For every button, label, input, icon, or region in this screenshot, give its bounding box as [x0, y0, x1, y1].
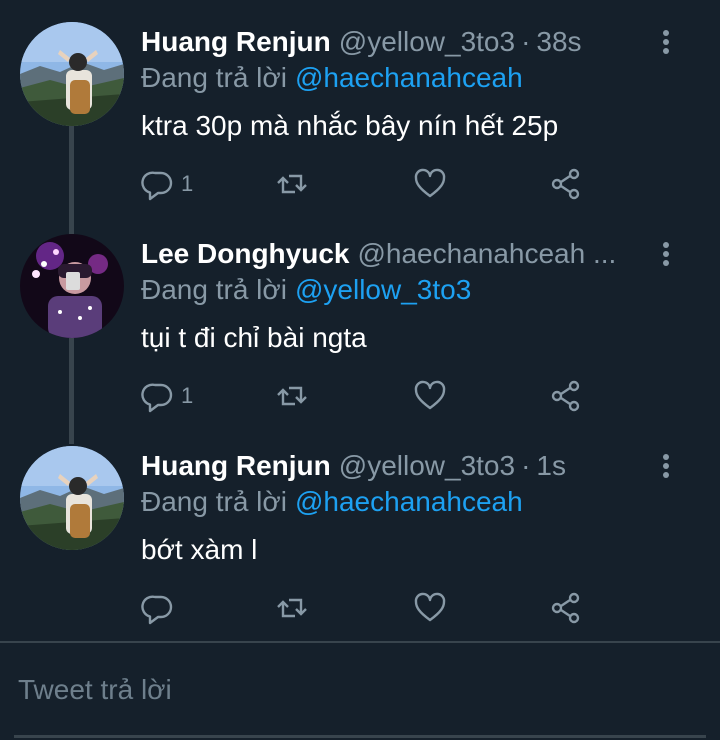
tweet-text: tụi t đi chỉ bài ngta — [141, 322, 367, 353]
share-icon — [551, 380, 580, 412]
reply-prefix: Đang trả lời — [141, 486, 287, 517]
retweet-icon — [277, 174, 307, 194]
reply-count: 1 — [181, 383, 194, 408]
like-button[interactable] — [413, 164, 447, 204]
heart-icon — [414, 380, 446, 410]
reply-prefix: Đang trả lời — [141, 62, 287, 93]
replying-to: Đang trả lời @haechanahceah — [141, 482, 523, 522]
tweet[interactable]: Huang Renjun @yellow_3to3 · 1s Đang trả lời… — [0, 424, 720, 636]
display-name[interactable]: Huang Renjun — [141, 26, 331, 57]
retweet-icon — [277, 386, 307, 406]
timestamp[interactable]: 38s — [536, 26, 581, 57]
share-icon — [551, 168, 580, 200]
retweet-button[interactable] — [275, 588, 309, 628]
tweet-header: Huang Renjun @yellow_3to3 · 1s — [141, 446, 651, 486]
reply-icon — [141, 595, 173, 625]
tweet-actions: 1 — [141, 164, 601, 204]
reply-button[interactable] — [141, 588, 181, 628]
retweet-button[interactable] — [275, 376, 309, 416]
retweet-icon — [277, 598, 307, 618]
user-handle[interactable]: @yellow_3to3 — [339, 26, 515, 57]
user-handle[interactable]: @yellow_3to3 — [339, 450, 515, 481]
avatar[interactable] — [20, 234, 124, 338]
separator-dot: · — [521, 450, 531, 481]
reply-button[interactable]: 1 — [141, 164, 193, 204]
separator-dot: · — [521, 26, 531, 57]
share-button[interactable] — [549, 588, 583, 628]
avatar[interactable] — [20, 446, 124, 550]
night-lights-image — [20, 234, 124, 338]
reply-compose-input[interactable]: Tweet trả lời — [18, 668, 172, 712]
like-button[interactable] — [413, 588, 447, 628]
tweet[interactable]: Lee Donghyuck @haechanahceah ... Đang trả… — [0, 212, 720, 424]
tweet-header: Lee Donghyuck @haechanahceah ... — [141, 234, 651, 274]
tweet-text: ktra 30p mà nhắc bây nín hết 25p — [141, 110, 559, 141]
reply-icon — [141, 383, 173, 413]
reply-icon — [141, 171, 173, 201]
tweet-actions: 1 — [141, 376, 601, 416]
reply-target-link[interactable]: @haechanahceah — [295, 62, 523, 93]
reply-count: 1 — [181, 171, 194, 196]
share-button[interactable] — [549, 376, 583, 416]
heart-icon — [414, 592, 446, 622]
reply-prefix: Đang trả lời — [141, 274, 287, 305]
replying-to: Đang trả lời @haechanahceah — [141, 58, 523, 98]
compose-divider — [0, 641, 720, 643]
retweet-button[interactable] — [275, 164, 309, 204]
timestamp[interactable]: 1s — [536, 450, 566, 481]
display-name[interactable]: Huang Renjun — [141, 450, 331, 481]
more-vertical-icon[interactable] — [653, 450, 679, 482]
tweet-text: bớt xàm l — [141, 534, 258, 565]
more-vertical-icon[interactable] — [653, 238, 679, 270]
display-name[interactable]: Lee Donghyuck — [141, 238, 349, 269]
tweet-actions — [141, 588, 601, 628]
user-handle[interactable]: @haechanahceah ... — [357, 238, 616, 269]
reply-target-link[interactable]: @haechanahceah — [295, 486, 523, 517]
mountain-selfie-image — [20, 22, 124, 126]
tweet[interactable]: Huang Renjun @yellow_3to3 · 38s Đang trả lờ… — [0, 0, 720, 212]
share-icon — [551, 592, 580, 624]
compose-underline — [14, 735, 706, 738]
mountain-selfie-image — [20, 446, 124, 550]
heart-icon — [414, 168, 446, 198]
share-button[interactable] — [549, 164, 583, 204]
avatar[interactable] — [20, 22, 124, 126]
tweet-header: Huang Renjun @yellow_3to3 · 38s — [141, 22, 651, 62]
replying-to: Đang trả lời @yellow_3to3 — [141, 270, 471, 310]
reply-target-link[interactable]: @yellow_3to3 — [295, 274, 471, 305]
like-button[interactable] — [413, 376, 447, 416]
more-vertical-icon[interactable] — [653, 26, 679, 58]
reply-button[interactable]: 1 — [141, 376, 193, 416]
